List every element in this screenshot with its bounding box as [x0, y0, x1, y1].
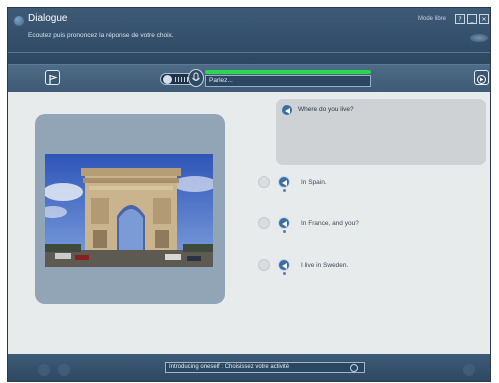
- microphone-icon: [192, 72, 200, 81]
- speaker-icon[interactable]: [278, 176, 290, 188]
- toolbar: Parlez...: [8, 64, 490, 92]
- recording-progress: Parlez...: [205, 70, 371, 88]
- answer-text: In Spain.: [301, 179, 327, 186]
- instruction-text: Ecoutez puis prononcez la réponse de vot…: [28, 32, 174, 39]
- arc-de-triomphe-photo: [45, 154, 213, 267]
- speaker-icon[interactable]: [278, 217, 290, 229]
- footer-nav-icon[interactable]: [38, 364, 50, 376]
- footer-bar: Introducing oneself : Choisissez votre a…: [8, 354, 490, 381]
- flag-icon: [49, 74, 58, 84]
- record-button[interactable]: [188, 69, 204, 87]
- audio-level-icon: [175, 77, 189, 82]
- question-text: Where do you live?: [298, 106, 354, 113]
- speaker-icon[interactable]: [278, 259, 290, 271]
- progress-bar-fill: [205, 70, 371, 74]
- help-button[interactable]: ?: [455, 14, 465, 24]
- answer-radio[interactable]: [258, 217, 270, 229]
- minimize-icon: _: [470, 15, 474, 23]
- title-bar: Dialogue Ecoutez puis prononcez la répon…: [8, 8, 490, 64]
- mode-label: Mode libre: [418, 16, 447, 22]
- speaker-icon[interactable]: [281, 104, 293, 116]
- answer-radio[interactable]: [258, 176, 270, 188]
- audio-knob-icon: [163, 75, 172, 84]
- navigation-icon: [477, 75, 486, 84]
- footer-nav-icon[interactable]: [463, 364, 475, 376]
- indicator-dot-icon: [283, 230, 286, 233]
- answer-text: In France, and you?: [301, 220, 359, 227]
- app-logo-icon: [14, 16, 24, 26]
- flag-button[interactable]: [45, 70, 60, 85]
- navigation-button[interactable]: [474, 70, 489, 85]
- header-divider: [8, 52, 490, 64]
- minimize-button[interactable]: _: [467, 14, 477, 24]
- window-title: Dialogue: [28, 13, 68, 24]
- close-button[interactable]: ×: [479, 14, 489, 24]
- activity-selector[interactable]: Introducing oneself : Choisissez votre a…: [165, 362, 365, 373]
- brand-logo-icon: [470, 34, 488, 42]
- close-icon: ×: [481, 15, 487, 23]
- indicator-dot-icon: [283, 272, 286, 275]
- activity-go-icon[interactable]: [350, 364, 358, 372]
- question-box: Where do you live?: [276, 99, 486, 165]
- indicator-dot-icon: [283, 189, 286, 192]
- app-window: Dialogue Ecoutez puis prononcez la répon…: [7, 7, 491, 382]
- status-text: Parlez...: [205, 75, 371, 87]
- footer-nav-icon[interactable]: [58, 364, 70, 376]
- help-icon: ?: [458, 15, 462, 23]
- answer-radio[interactable]: [258, 259, 270, 271]
- answer-text: I live in Sweden.: [301, 262, 349, 269]
